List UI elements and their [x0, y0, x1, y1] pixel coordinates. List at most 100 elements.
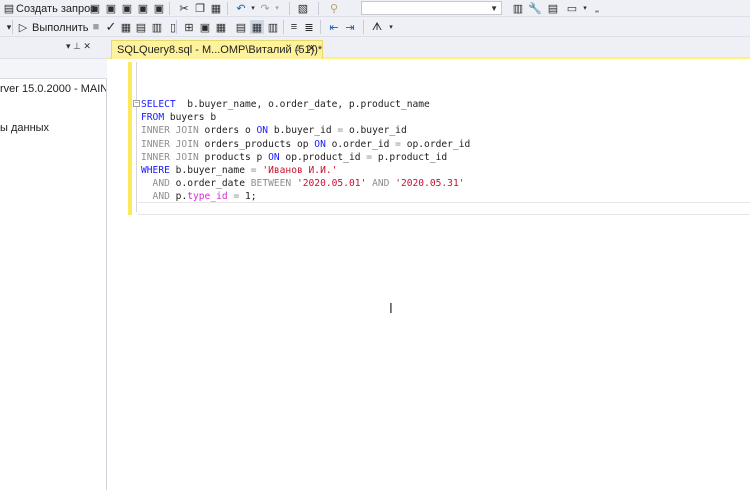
- query-options-icon[interactable]: ⊞: [182, 20, 196, 34]
- code-token: orders_products op: [198, 138, 315, 150]
- code-token: op.order_id: [400, 138, 471, 150]
- cancel-query-icon[interactable]: ■: [89, 20, 103, 34]
- code-token: b.buyer_name, o.order_date, p.product_na…: [175, 99, 430, 110]
- query-editor[interactable]: − SELECT b.buyer_name, o.order_date, p.p…: [107, 59, 750, 490]
- increase-indent-icon[interactable]: ⇥: [343, 20, 357, 34]
- execute-icon[interactable]: ▷: [16, 20, 30, 34]
- find-combo[interactable]: ▼: [361, 1, 502, 15]
- code-token: AND: [141, 191, 170, 203]
- code-line[interactable]: SELECT b.buyer_name, o.order_date, p.pro…: [141, 98, 470, 111]
- sql-code[interactable]: SELECT b.buyer_name, o.order_date, p.pro…: [141, 98, 470, 204]
- document-tab-strip: SQLQuery8.sql - M...OMP\Виталий (51))* ⊥…: [107, 37, 750, 59]
- code-token: products p: [198, 151, 269, 163]
- execute-button[interactable]: Выполнить: [32, 20, 88, 35]
- tab-title: SQLQuery8.sql - M...OMP\Виталий (51))*: [117, 44, 323, 56]
- decrease-indent-icon[interactable]: ⇤: [327, 20, 341, 34]
- results-to-text-icon[interactable]: ▤: [234, 20, 248, 34]
- code-token: buyers b: [164, 112, 217, 124]
- db-query-icon[interactable]: ▣: [88, 1, 102, 15]
- solution-explorer-icon[interactable]: ▥: [511, 1, 525, 15]
- new-query-button[interactable]: Создать запрос: [16, 1, 96, 16]
- server-node[interactable]: rver 15.0.2000 - MAINCOM: [0, 83, 106, 95]
- toolbar-separator: [289, 2, 290, 15]
- code-line[interactable]: FROM buyers b: [141, 111, 470, 124]
- code-token: p.product_id: [372, 151, 448, 163]
- results-text-icon[interactable]: ▯: [166, 20, 180, 34]
- code-line[interactable]: WHERE b.buyer_name = 'Иванов И.И.': [141, 164, 470, 177]
- code-token: INNER JOIN: [141, 125, 199, 137]
- change-tracking-bar: [128, 62, 132, 215]
- code-token: AND: [141, 178, 170, 190]
- include-plan-icon[interactable]: ▥: [150, 20, 164, 34]
- code-token: orders o: [198, 125, 257, 137]
- object-explorer: ▾ ⊥ ✕ rver 15.0.2000 - MAINCOM ы данных: [0, 37, 107, 490]
- current-line-highlight: [138, 202, 750, 215]
- tab-sqlquery8[interactable]: SQLQuery8.sql - M...OMP\Виталий (51))* ⊥…: [111, 40, 323, 59]
- code-token: SELECT: [141, 99, 176, 110]
- cut-icon[interactable]: ✂: [177, 1, 191, 15]
- code-line[interactable]: AND o.order_date BETWEEN '2020.05.01' AN…: [141, 177, 470, 190]
- terminal-icon[interactable]: ▭: [565, 1, 579, 15]
- code-line[interactable]: AND p.type_id = 1;: [141, 190, 470, 203]
- main-toolbar: ▤ Создать запрос ▣ ▣ ▣ ▣ ▣ ✂ ❐ ▦ ↶ ▾ ↷ ▾…: [0, 0, 750, 17]
- code-token: 1;: [239, 191, 257, 203]
- display-plan-icon[interactable]: ▦: [119, 20, 133, 34]
- code-token: AND: [372, 178, 390, 190]
- code-token: o.order_id: [325, 138, 396, 150]
- pin-icon[interactable]: ⊥: [294, 43, 302, 54]
- wrench-icon[interactable]: 🔧: [528, 1, 542, 15]
- intellisense-icon[interactable]: ▣: [198, 20, 212, 34]
- activity-monitor-icon[interactable]: ▧: [296, 1, 310, 15]
- code-token: o.buyer_id: [343, 125, 407, 137]
- outline-margin: [136, 62, 137, 212]
- collapse-icon[interactable]: −: [133, 100, 140, 107]
- results-to-grid-icon[interactable]: ▦: [250, 20, 264, 34]
- toolbar-options-icon[interactable]: ₌: [590, 3, 604, 17]
- xmla-query-icon[interactable]: ▣: [136, 1, 150, 15]
- dax-query-icon[interactable]: ▣: [152, 1, 166, 15]
- specify-values-icon[interactable]: ᗑ: [370, 20, 384, 34]
- toolbar-separator: [283, 20, 284, 34]
- redo-dropdown-icon[interactable]: ▾: [270, 1, 284, 15]
- new-query-icon[interactable]: ▤: [2, 1, 16, 15]
- code-token: o.order_date: [169, 178, 251, 190]
- text-cursor-icon: I: [389, 302, 393, 317]
- toolbar-separator: [318, 2, 319, 15]
- paste-icon[interactable]: ▦: [209, 1, 223, 15]
- toolbar-separator: [176, 20, 177, 34]
- code-token: '2020.05.31': [395, 178, 465, 190]
- available-db-dropdown-icon[interactable]: ▾: [2, 20, 16, 34]
- sql-editor-toolbar: ▾ ▷ Выполнить ■ ✓ ▦ ▤ ▥ ▯ ⊞ ▣ ▦ ▤ ▦ ▥ ≡ …: [0, 17, 750, 37]
- code-token: b.buyer_name: [169, 165, 251, 177]
- query-designer-icon[interactable]: ▤: [134, 20, 148, 34]
- code-line[interactable]: INNER JOIN orders_products op ON o.order…: [141, 138, 470, 151]
- pane-controls[interactable]: ▾ ⊥ ✕: [66, 41, 91, 52]
- find-icon[interactable]: ⚲: [327, 1, 341, 15]
- object-explorer-header: ▾ ⊥ ✕: [0, 37, 107, 59]
- code-token: INNER JOIN: [141, 138, 199, 150]
- parse-icon[interactable]: ✓: [104, 19, 118, 34]
- results-grid-icon[interactable]: ▦: [214, 20, 228, 34]
- toolbar-separator: [169, 2, 170, 15]
- results-to-file-icon[interactable]: ▥: [266, 20, 280, 34]
- copy-icon[interactable]: ❐: [193, 1, 207, 15]
- toolbox-icon[interactable]: ▤: [546, 1, 560, 15]
- code-line[interactable]: INNER JOIN products p ON op.product_id =…: [141, 151, 470, 164]
- code-token: ON: [256, 125, 269, 137]
- dmx-query-icon[interactable]: ▣: [120, 1, 134, 15]
- close-icon[interactable]: ✕: [307, 42, 316, 55]
- code-token: FROM: [141, 112, 165, 124]
- code-token: INNER JOIN: [141, 151, 199, 163]
- comment-icon[interactable]: ≡: [287, 20, 301, 34]
- code-line[interactable]: INNER JOIN orders o ON b.buyer_id = o.bu…: [141, 124, 470, 137]
- mdx-query-icon[interactable]: ▣: [104, 1, 118, 15]
- toolbar-separator: [227, 2, 228, 15]
- code-token: p.: [169, 191, 188, 203]
- toolbar-overflow-icon[interactable]: ▾: [384, 20, 398, 34]
- code-token: ON: [268, 151, 280, 163]
- code-token: '2020.05.01': [296, 178, 367, 190]
- object-explorer-toolbar: [0, 59, 107, 79]
- uncomment-icon[interactable]: ≣: [302, 20, 316, 34]
- databases-node[interactable]: ы данных: [0, 122, 106, 134]
- code-token: ON: [314, 138, 326, 150]
